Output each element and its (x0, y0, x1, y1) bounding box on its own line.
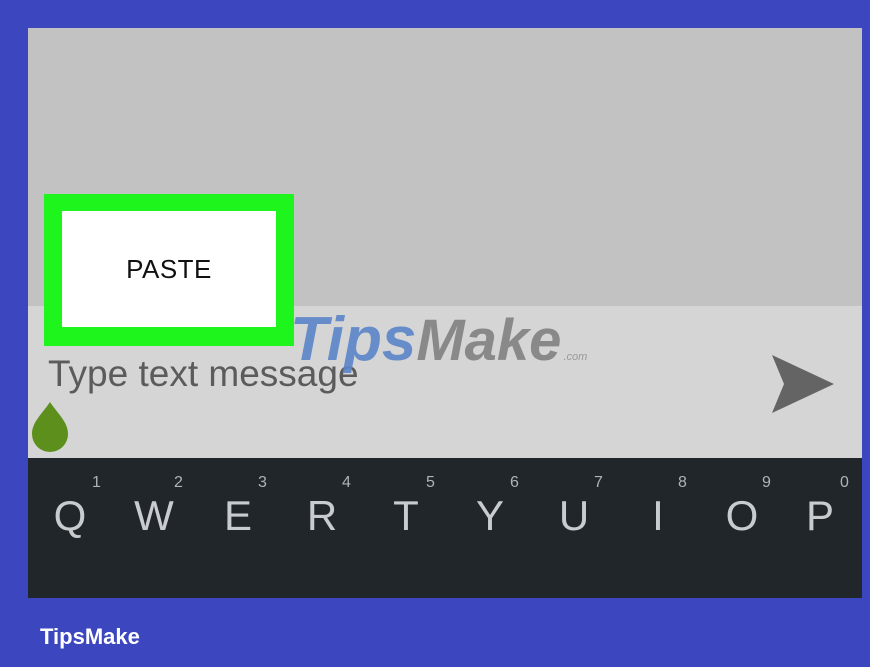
key-e[interactable]: E 3 (196, 458, 280, 598)
key-number: 1 (92, 474, 101, 491)
key-letter: E (223, 492, 252, 539)
key-letter: Q (53, 492, 87, 539)
keyboard: Q 1 W 2 E 3 R 4 T 5 Y 6 U 7 I 8 O 9 P 0 (28, 458, 862, 598)
key-o[interactable]: O 9 (700, 458, 784, 598)
key-number: 6 (510, 474, 519, 491)
send-icon (772, 355, 834, 413)
key-y[interactable]: Y 6 (448, 458, 532, 598)
key-letter: R (306, 492, 338, 539)
key-number: 4 (342, 474, 351, 491)
key-number: 0 (840, 474, 849, 491)
key-number: 9 (762, 474, 771, 491)
paste-button[interactable]: PASTE (62, 211, 276, 327)
key-number: 5 (426, 474, 435, 491)
send-button[interactable] (768, 344, 838, 424)
key-letter: T (393, 492, 419, 539)
key-letter: I (652, 492, 664, 539)
key-number: 3 (258, 474, 267, 491)
key-number: 7 (594, 474, 603, 491)
key-letter: O (725, 492, 759, 539)
key-w[interactable]: W 2 (112, 458, 196, 598)
key-t[interactable]: T 5 (364, 458, 448, 598)
key-letter: Y (475, 492, 504, 539)
brand-label: TipsMake (40, 624, 140, 649)
key-letter: P (805, 492, 834, 539)
key-number: 8 (678, 474, 687, 491)
text-cursor-handle-icon[interactable] (28, 400, 72, 456)
phone-screen: Type text message PASTE Tips Make .com Q 1… (28, 28, 862, 598)
key-q[interactable]: Q 1 (28, 458, 112, 598)
key-p[interactable]: P 0 (778, 458, 862, 598)
key-number: 2 (174, 474, 183, 491)
key-r[interactable]: R 4 (280, 458, 364, 598)
key-letter: U (558, 492, 590, 539)
key-u[interactable]: U 7 (532, 458, 616, 598)
message-input[interactable]: Type text message (48, 353, 359, 395)
key-i[interactable]: I 8 (616, 458, 700, 598)
key-letter: W (134, 492, 174, 539)
